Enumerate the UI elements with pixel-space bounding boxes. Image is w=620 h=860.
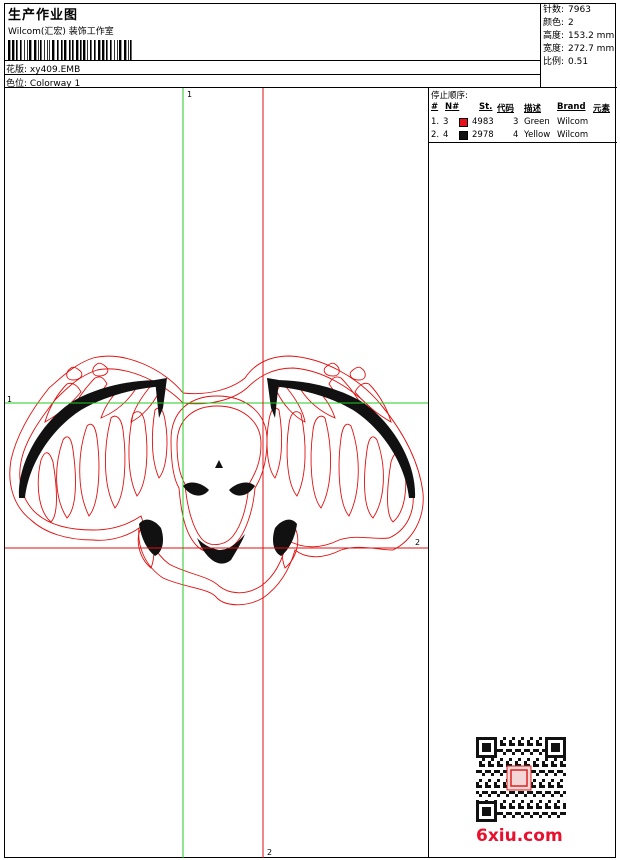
table-row: 1. 3 4983 3 Green Wilcom — [431, 117, 589, 127]
barcode — [8, 40, 132, 60]
qr-code — [476, 737, 566, 822]
right-claw — [273, 519, 297, 556]
col-element: 元素 — [593, 104, 611, 114]
left-wing-arc — [18, 380, 165, 498]
col-code: 代码 — [497, 104, 515, 114]
guide-label-green-h: 1 — [7, 395, 13, 404]
divider — [5, 60, 541, 61]
right-eye — [229, 482, 255, 496]
stat-stitches: 针数: 7963 — [543, 5, 591, 15]
watermark-logo: 6xiu.com — [476, 826, 563, 846]
horn — [215, 460, 223, 468]
embroidery-design — [5, 88, 428, 858]
design-canvas: 1 1 2 2 — [5, 88, 429, 858]
stat-scale: 比例: 0.51 — [543, 57, 589, 67]
right-wing-tip — [267, 378, 279, 418]
color-swatch-black — [459, 131, 468, 140]
page-title: 生产作业图 — [8, 8, 79, 23]
col-index: # — [431, 102, 439, 112]
production-sheet: 生产作业图 Wilcom(汇宏) 装饰工作室 花版: xy409.EMB 色位:… — [4, 3, 617, 858]
stop-sequence-title: 停止顺序: — [431, 91, 468, 101]
left-eye — [183, 482, 209, 496]
left-claw — [139, 519, 163, 556]
guide-label-red-h: 2 — [415, 538, 421, 547]
guide-label-red-v: 2 — [267, 848, 273, 857]
col-brand: Brand — [557, 102, 586, 112]
col-stitches: St. — [479, 102, 493, 112]
guide-label-green-v: 1 — [187, 90, 193, 99]
stat-colors: 颜色: 2 — [543, 18, 574, 28]
color-swatch-red — [459, 118, 468, 127]
divider — [5, 74, 541, 75]
company-name: Wilcom(汇宏) 装饰工作室 — [8, 27, 114, 37]
jaw — [197, 534, 245, 564]
stat-width: 宽度: 272.7 mm — [543, 44, 615, 54]
table-header: # N# St. 代码 描述 Brand 元素 — [429, 102, 617, 114]
design-stats: 针数: 7963 颜色: 2 高度: 153.2 mm 宽度: 272.7 mm 比例:… — [541, 4, 617, 88]
header-block: 生产作业图 Wilcom(汇宏) 装饰工作室 花版: xy409.EMB 色位:… — [5, 4, 541, 89]
col-needle: N# — [445, 102, 460, 112]
divider — [429, 142, 617, 143]
col-desc: 描述 — [524, 104, 542, 114]
stat-height: 高度: 153.2 mm — [543, 31, 615, 41]
table-row: 2. 4 2978 4 Yellow Wilcom — [431, 130, 589, 140]
right-wing-arc — [269, 380, 416, 498]
left-wing-tip — [155, 378, 167, 418]
outline-layer — [9, 355, 424, 606]
